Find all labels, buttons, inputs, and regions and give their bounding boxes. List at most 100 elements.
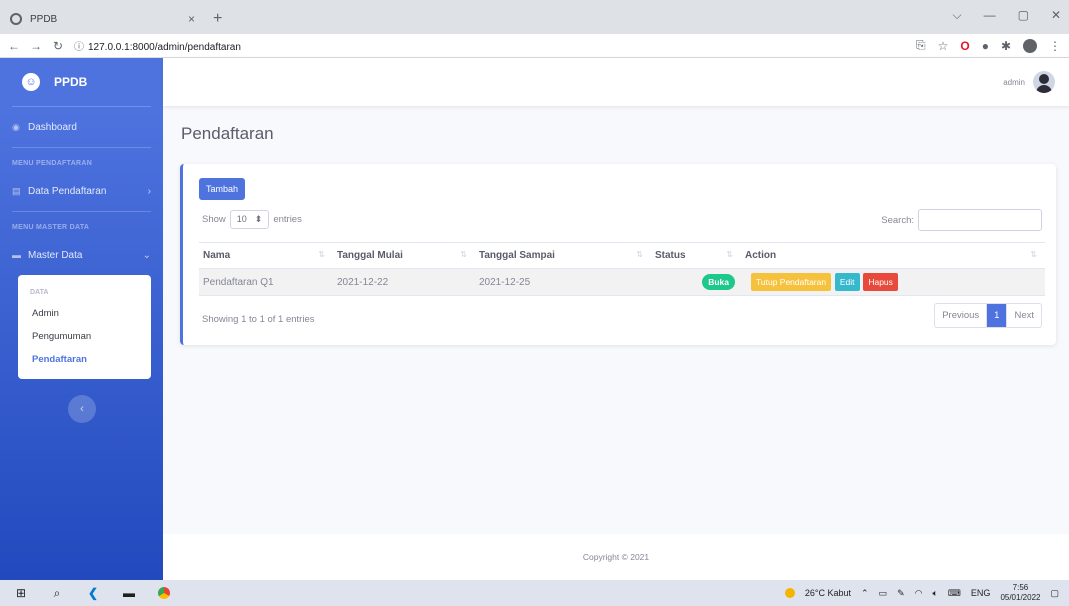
wifi-icon[interactable]: ◠ xyxy=(915,588,923,599)
language-indicator[interactable]: ENG xyxy=(971,588,991,598)
cell-tanggal-sampai: 2021-12-25 xyxy=(475,268,651,296)
column-header-tanggal-sampai[interactable]: Tanggal Sampai ⇅ xyxy=(475,242,651,269)
page-title: Pendaftaran xyxy=(181,124,274,143)
copyright-text: Copyright © 2021 xyxy=(582,552,650,562)
search-label: Search: xyxy=(881,214,914,226)
sidebar-toggle-button[interactable]: ‹ xyxy=(68,395,96,423)
minimize-icon[interactable]: — xyxy=(984,8,996,23)
table-row: Pendaftaran Q1 2021-12-22 2021-12-25 Buk… xyxy=(199,268,1045,296)
weather-text[interactable]: 26°C Kabut xyxy=(805,588,851,598)
registration-table: Nama ⇅ Tanggal Mulai ⇅ Tanggal Sampai ⇅ Sta… xyxy=(199,242,1045,296)
search-input[interactable] xyxy=(918,209,1042,231)
close-window-icon[interactable]: ✕ xyxy=(1051,8,1061,23)
laugh-icon: ☺ xyxy=(22,73,40,91)
sidebar-item-data-pendaftaran[interactable]: ▤ Data Pendaftaran › xyxy=(0,171,163,211)
column-label: Nama xyxy=(203,250,231,261)
close-tab-icon[interactable]: × xyxy=(188,12,195,26)
column-label: Tanggal Mulai xyxy=(337,250,403,261)
sidebar-item-label: Dashboard xyxy=(28,121,77,133)
entries-select[interactable]: 10 ⬍ xyxy=(229,210,270,229)
maximize-icon[interactable]: ▢ xyxy=(1018,8,1029,23)
profile-icon[interactable] xyxy=(1023,38,1037,53)
address-bar: ← → ↻ ⓘ 127.0.0.1:8000/admin/pendaftaran … xyxy=(0,34,1069,58)
browser-tab[interactable]: PPDB × xyxy=(0,4,205,34)
next-page-button[interactable]: Next xyxy=(1007,304,1041,327)
vscode-icon[interactable]: ❮ xyxy=(86,586,100,600)
pen-icon[interactable]: ✎ xyxy=(897,588,905,599)
show-label: Show xyxy=(202,214,226,225)
delete-button[interactable]: Hapus xyxy=(863,273,898,291)
previous-page-button[interactable]: Previous xyxy=(935,304,988,327)
cell-action: Tutup Pendaftaran Edit Hapus xyxy=(741,268,1045,296)
add-button[interactable]: Tambah xyxy=(199,178,246,200)
sidebar-heading: MENU MASTER DATA xyxy=(12,224,90,231)
colorful-extension-icon[interactable]: ● xyxy=(982,39,989,53)
topbar: admin xyxy=(163,58,1069,106)
sidebar-item-master-data[interactable]: ▬ Master Data ⌄ xyxy=(0,235,163,275)
table-info: Showing 1 to 1 of 1 entries xyxy=(202,314,315,325)
extensions: ⎘ ☆ O ● ✱ ⋮ xyxy=(916,38,1061,53)
browser-tab-bar: PPDB × + ⌵ — ▢ ✕ xyxy=(0,0,1069,34)
forward-icon[interactable]: → xyxy=(30,39,42,53)
sidebar-heading: MENU PENDAFTARAN xyxy=(12,160,93,167)
sort-icon: ⇅ xyxy=(726,250,733,259)
cell-nama: Pendaftaran Q1 xyxy=(199,268,333,296)
column-header-status[interactable]: Status ⇅ xyxy=(651,242,741,269)
reload-icon[interactable]: ↻ xyxy=(52,39,64,53)
submenu-item-admin[interactable]: Admin xyxy=(18,302,151,325)
new-tab-button[interactable]: + xyxy=(213,10,222,28)
tab-title: PPDB xyxy=(30,13,58,25)
terminal-icon[interactable]: ▬ xyxy=(122,586,136,600)
chevron-up-icon[interactable]: ⌃ xyxy=(861,588,869,599)
back-icon[interactable]: ← xyxy=(8,39,20,53)
column-header-nama[interactable]: Nama ⇅ xyxy=(199,242,333,269)
master-data-submenu: DATA Admin Pengumuman Pendaftaran xyxy=(18,275,151,379)
submenu-item-pengumuman[interactable]: Pengumuman xyxy=(18,325,151,348)
user-avatar[interactable] xyxy=(1033,71,1055,93)
table-header-row: Nama ⇅ Tanggal Mulai ⇅ Tanggal Sampai ⇅ Sta… xyxy=(199,242,1045,269)
globe-icon xyxy=(10,13,22,25)
close-registration-button[interactable]: Tutup Pendaftaran xyxy=(751,273,832,291)
show-entries: Show 10 ⬍ entries xyxy=(202,210,302,229)
cell-status: Buka xyxy=(651,268,741,296)
windows-start-icon[interactable]: ⊞ xyxy=(14,586,28,600)
keyboard-icon[interactable]: ⌨ xyxy=(948,588,961,599)
menu-kebab-icon[interactable]: ⋮ xyxy=(1049,39,1061,53)
entries-label: entries xyxy=(273,214,302,225)
share-icon[interactable]: ⎘ xyxy=(916,38,926,53)
status-badge: Buka xyxy=(702,274,735,290)
column-label: Action xyxy=(745,250,777,261)
folder-icon: ▬ xyxy=(12,250,21,260)
sidebar: ☺ PPDB ◉ Dashboard MENU PENDAFTARAN ▤ Da… xyxy=(0,58,163,580)
sort-icon: ⇅ xyxy=(636,250,643,259)
sidebar-item-dashboard[interactable]: ◉ Dashboard xyxy=(0,107,163,147)
sidebar-brand[interactable]: ☺ PPDB xyxy=(0,58,163,106)
sort-icon: ⇅ xyxy=(460,250,467,259)
bookmark-star-icon[interactable]: ☆ xyxy=(938,39,949,53)
volume-icon[interactable]: 🔈︎ xyxy=(933,588,938,599)
system-tray: 26°C Kabut ⌃ ▭ ✎ ◠ 🔈︎ ⌨ ENG 7:56 05/01/2… xyxy=(784,580,1059,606)
tab-search-icon[interactable]: ⌵ xyxy=(952,8,961,23)
search-icon[interactable]: ⌕ xyxy=(50,586,64,601)
url-field[interactable]: ⓘ 127.0.0.1:8000/admin/pendaftaran xyxy=(74,38,906,53)
submenu-header: DATA xyxy=(30,289,49,296)
weather-icon xyxy=(784,588,795,598)
notification-icon[interactable]: ▢ xyxy=(1050,588,1059,599)
edit-button[interactable]: Edit xyxy=(834,273,860,291)
footer: Copyright © 2021 xyxy=(163,534,1069,580)
puzzle-extension-icon[interactable]: ✱ xyxy=(1001,39,1011,53)
opera-extension-icon[interactable]: O xyxy=(960,39,969,53)
column-label: Status xyxy=(655,250,686,261)
page-button[interactable]: 1 xyxy=(987,304,1008,327)
registration-card: Tambah Show 10 ⬍ entries Search: Nama ⇅ Ta… xyxy=(180,164,1056,345)
clock[interactable]: 7:56 05/01/2022 xyxy=(1000,583,1040,603)
entries-value: 10 xyxy=(236,214,247,224)
submenu-item-pendaftaran[interactable]: Pendaftaran xyxy=(18,348,151,371)
user-name[interactable]: admin xyxy=(1003,78,1025,87)
windows-taskbar: ⊞ ⌕ ❮ ▬ 26°C Kabut ⌃ ▭ ✎ ◠ 🔈︎ ⌨ ENG 7:56… xyxy=(0,580,1069,606)
site-info-icon[interactable]: ⓘ xyxy=(74,42,84,53)
chrome-icon[interactable] xyxy=(158,587,170,599)
column-header-tanggal-mulai[interactable]: Tanggal Mulai ⇅ xyxy=(333,242,475,269)
column-header-action[interactable]: Action ⇅ xyxy=(741,242,1045,269)
network-icon[interactable]: ▭ xyxy=(879,588,888,599)
